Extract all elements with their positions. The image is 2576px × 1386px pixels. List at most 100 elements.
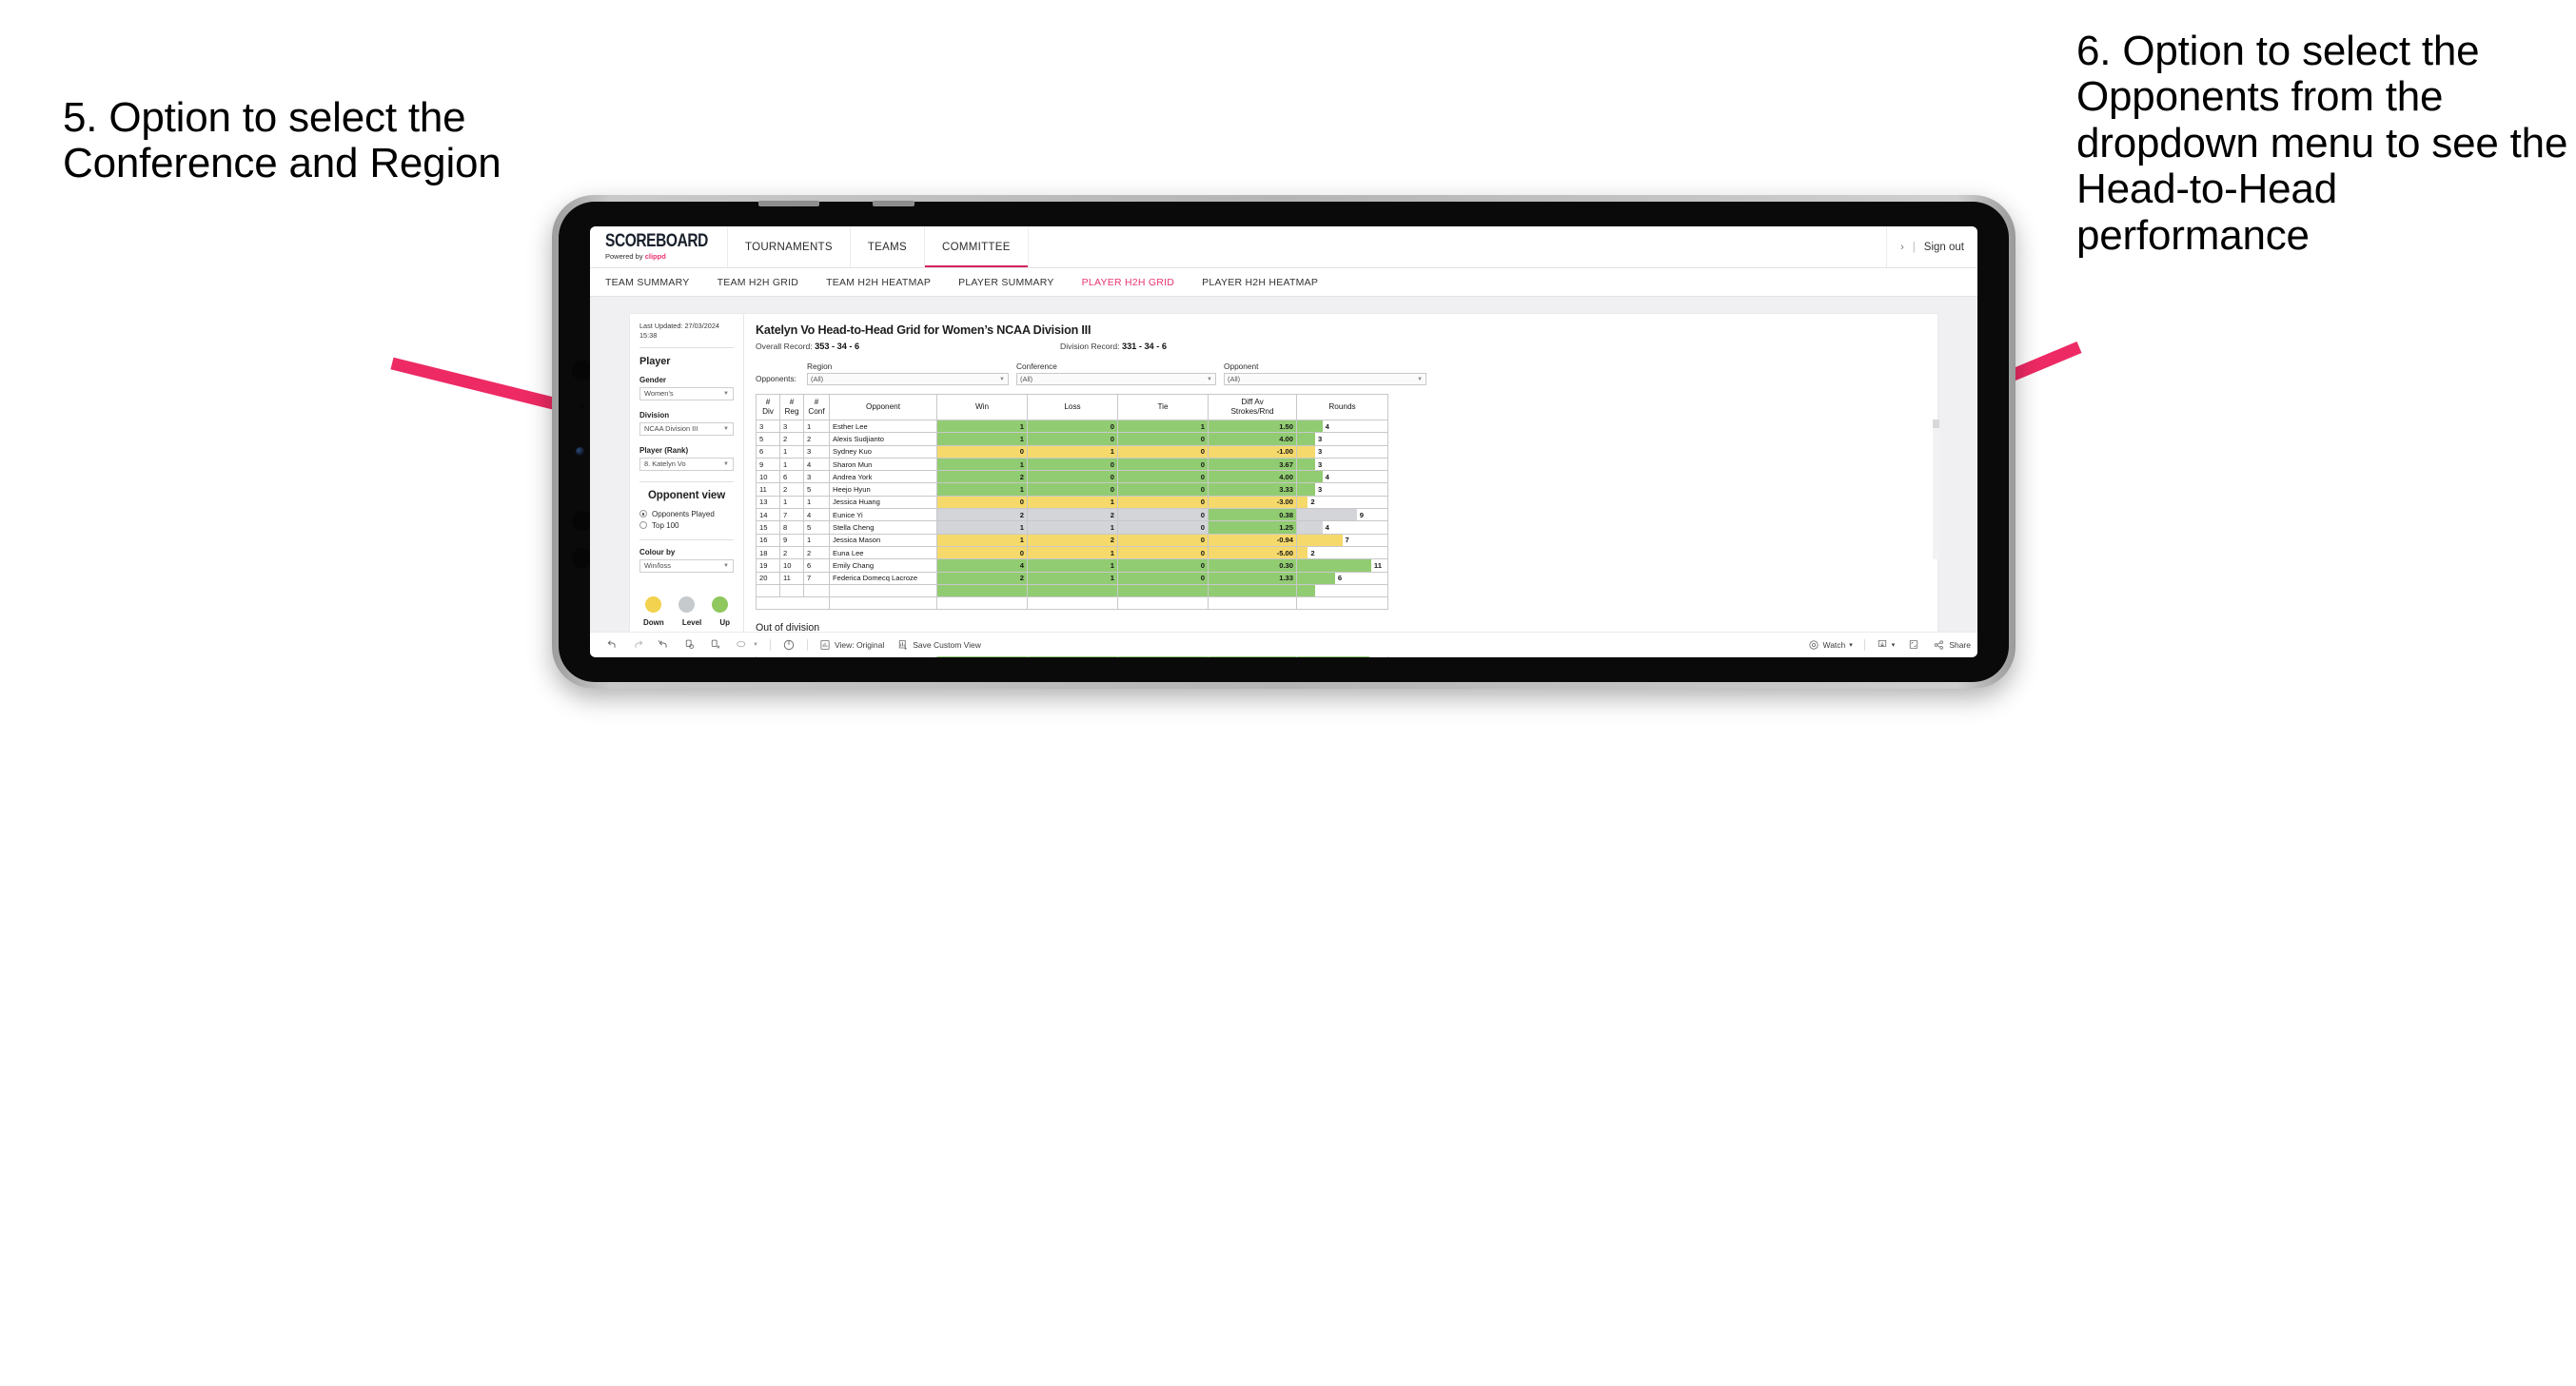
col-win[interactable]: Win [936, 394, 1028, 420]
division-select[interactable]: NCAA Division III ▼ [639, 421, 734, 436]
opponent-select[interactable]: (All) ▼ [1224, 373, 1426, 385]
cell-div: 5 [756, 432, 780, 446]
refresh-data-button[interactable] [677, 638, 702, 651]
cell-loss: 1 [1027, 571, 1118, 585]
table-row[interactable]: 16 9 1 Jessica Mason 1 2 0 -0.94 7 [756, 533, 1388, 547]
share-button[interactable]: Share [1926, 639, 1977, 651]
cell-div: 18 [756, 545, 780, 560]
conference-filter-group: Conference (All) ▼ [1016, 361, 1216, 385]
cell-win [936, 583, 1028, 598]
table-row[interactable]: 9 1 4 Sharon Mun 1 0 0 3.67 3 [756, 457, 1388, 472]
rounds-value: 11 [1373, 560, 1382, 570]
region-select[interactable]: (All) ▼ [807, 373, 1009, 385]
spacer-rounds [1296, 596, 1388, 611]
table-scrollbar-thumb[interactable] [1933, 420, 1939, 428]
pause-updates-button[interactable] [702, 638, 728, 651]
subnav-item-player-h2h-heatmap[interactable]: PLAYER H2H HEATMAP [1202, 277, 1318, 288]
table-row[interactable]: 20 11 7 Federica Domecq Lacroze 2 1 0 1.33 6 [756, 571, 1388, 585]
col-conf-line1: # [814, 397, 819, 406]
table-row[interactable]: 19 10 6 Emily Chang 4 1 0 0.30 11 [756, 558, 1388, 573]
table-row[interactable]: 15 8 5 Stella Cheng 1 1 0 1.25 4 [756, 520, 1388, 535]
share-label: Share [1949, 639, 1971, 650]
division-label: Division [639, 410, 670, 420]
table-row[interactable]: 6 1 3 Sydney Kuo 0 1 0 -1.00 3 [756, 444, 1388, 459]
cell-win: 1 [936, 419, 1028, 434]
table-scrollbar-track[interactable] [1933, 420, 1939, 559]
col-loss[interactable]: Loss [1027, 394, 1118, 420]
annotation-6-text: 6. Option to select the Opponents from t… [2076, 28, 2568, 259]
cell-opponent: Eunice Yi [829, 508, 937, 522]
cell-diff: -5.00 [1208, 545, 1297, 560]
subnav-item-team-h2h-heatmap[interactable]: TEAM H2H HEATMAP [826, 277, 931, 288]
nav-item-tournaments[interactable]: TOURNAMENTS [728, 226, 851, 267]
table-row[interactable]: 3 3 1 Esther Lee 1 0 1 1.50 4 [756, 419, 1388, 434]
subnav-item-team-summary[interactable]: TEAM SUMMARY [605, 277, 690, 288]
player-rank-select[interactable]: 8. Katelyn Vo ▼ [639, 457, 734, 471]
revert-button[interactable] [651, 638, 677, 651]
radio-opponents-played[interactable]: Opponents Played [639, 510, 734, 518]
tablet-device: SCOREBOARD Powered by clippd TOURNAMENTS… [552, 195, 2016, 689]
colour-by-select[interactable]: Win/loss ▼ [639, 558, 734, 573]
gender-select[interactable]: Women’s ▼ [639, 386, 734, 400]
nav-item-committee[interactable]: COMMITTEE [924, 226, 1029, 267]
chevron-down-icon: ▼ [723, 562, 729, 569]
col-opponent[interactable]: Opponent [829, 394, 937, 420]
nav-item-teams[interactable]: TEAMS [851, 226, 925, 267]
brand-logo[interactable]: SCOREBOARD Powered by clippd [590, 226, 728, 267]
subnav-item-team-h2h-grid[interactable]: TEAM H2H GRID [718, 277, 799, 288]
table-row[interactable]: 14 7 4 Eunice Yi 2 2 0 0.38 9 [756, 508, 1388, 522]
table-row[interactable]: 11 2 5 Heejo Hyun 1 0 0 3.33 3 [756, 482, 1388, 497]
col-tie[interactable]: Tie [1117, 394, 1209, 420]
pause-auto-update-button[interactable] [776, 638, 802, 652]
cell-win: 1 [936, 482, 1028, 497]
conference-select[interactable]: (All) ▼ [1016, 373, 1216, 385]
rounds-bar [1297, 458, 1315, 471]
col-rounds[interactable]: Rounds [1296, 394, 1388, 420]
radio-top-100[interactable]: Top 100 [639, 521, 734, 530]
cell-reg: 1 [779, 495, 804, 510]
redo-button[interactable] [625, 638, 651, 651]
view-original-button[interactable]: View: Original [813, 639, 891, 651]
tablet-top-button-1 [758, 201, 819, 206]
rounds-bar [1297, 483, 1315, 496]
cell-div: 10 [756, 470, 780, 484]
table-row[interactable]: 10 6 3 Andrea York 2 0 0 4.00 4 [756, 470, 1388, 484]
subnav-item-player-summary[interactable]: PLAYER SUMMARY [958, 277, 1054, 288]
top-navigation-bar: SCOREBOARD Powered by clippd TOURNAMENTS… [590, 226, 1977, 268]
cell-conf: 3 [803, 444, 830, 459]
undo-button[interactable] [600, 638, 625, 651]
table-row[interactable]: 13 1 1 Jessica Huang 0 1 0 -3.00 2 [756, 495, 1388, 510]
fullscreen-button[interactable] [1901, 638, 1926, 651]
cell-div: 16 [756, 533, 780, 547]
clippd-label: clippd [644, 252, 666, 261]
legend-label-down: Down [643, 617, 664, 627]
cell-conf: 6 [803, 558, 830, 573]
cell-opponent [829, 583, 937, 598]
sign-out-link[interactable]: Sign out [1924, 242, 1964, 253]
player-rank-value: 8. Katelyn Vo [644, 459, 686, 469]
save-custom-view-button[interactable]: Save Custom View [891, 639, 988, 651]
download-button[interactable]: ▾ [1870, 638, 1902, 651]
col-conf[interactable]: # Conf [803, 394, 830, 420]
highlight-button[interactable]: ▼ [728, 638, 765, 651]
cell-diff: 0.30 [1208, 558, 1297, 573]
cell-reg: 2 [779, 432, 804, 446]
rounds-value: 3 [1318, 485, 1323, 495]
col-reg[interactable]: # Reg [779, 394, 804, 420]
rounds-bar [1297, 509, 1357, 521]
table-row[interactable]: 18 2 2 Euna Lee 0 1 0 -5.00 2 [756, 545, 1388, 560]
cell-loss: 1 [1027, 545, 1118, 560]
col-div[interactable]: # Div [756, 394, 780, 420]
rounds-bar [1297, 496, 1308, 509]
caret-down-icon: ▾ [1849, 641, 1853, 649]
subnav-item-player-h2h-grid[interactable]: PLAYER H2H GRID [1082, 277, 1175, 288]
table-row[interactable]: 5 2 2 Alexis Sudjianto 1 0 0 4.00 3 [756, 432, 1388, 446]
cell-diff: 1.25 [1208, 520, 1297, 535]
cell-loss: 0 [1027, 470, 1118, 484]
table-body: 3 3 1 Esther Lee 1 0 1 1.50 4 5 2 2 Alexis Sudjianto… [756, 419, 1388, 611]
watch-button[interactable]: Watch ▾ [1801, 639, 1859, 651]
col-diff[interactable]: Diff Av Strokes/Rnd [1208, 394, 1297, 420]
division-value: NCAA Division III [644, 424, 698, 434]
chevron-right-icon[interactable]: › [1900, 242, 1904, 253]
cell-rounds: 2 [1296, 495, 1388, 510]
